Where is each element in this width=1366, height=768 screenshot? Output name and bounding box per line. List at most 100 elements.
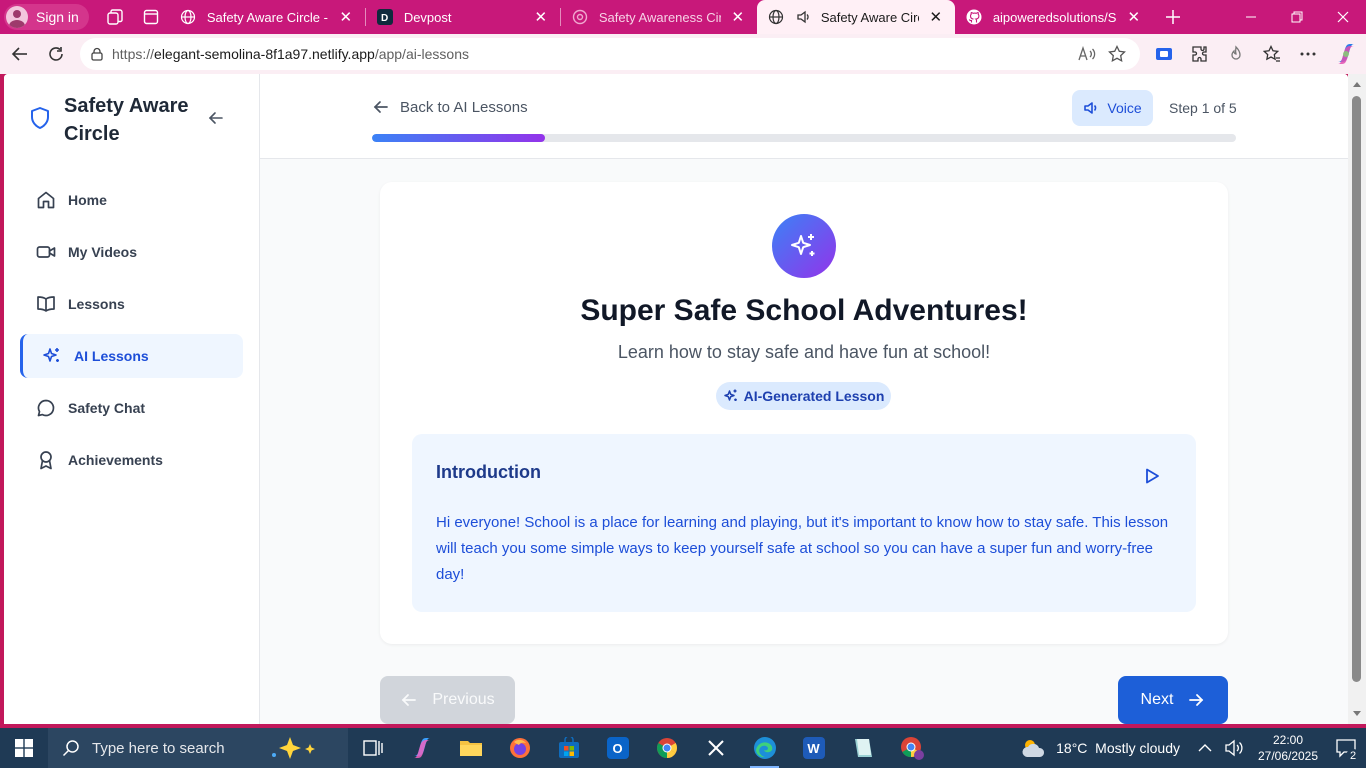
play-section-button[interactable] — [1140, 464, 1164, 488]
brand[interactable]: Safety Aware Circle — [28, 92, 204, 148]
favorites-icon[interactable] — [1254, 38, 1290, 70]
sidebar-item-label: AI Lessons — [74, 348, 149, 364]
chrome-profile-icon[interactable] — [887, 728, 936, 768]
windows-taskbar: Type here to search O W 18°C Mostly clou… — [0, 728, 1366, 768]
sidebar-item-home[interactable]: Home — [20, 178, 243, 222]
next-label: Next — [1140, 691, 1174, 708]
copilot-app-icon[interactable] — [397, 728, 446, 768]
close-tab-icon[interactable]: ✕ — [729, 8, 747, 26]
avatar — [6, 6, 28, 28]
screen-capture-icon[interactable] — [1146, 38, 1182, 70]
close-tab-icon[interactable]: ✕ — [337, 8, 355, 26]
firefox-icon[interactable] — [495, 728, 544, 768]
page-scrollbar[interactable] — [1348, 74, 1366, 724]
system-tray: 18°C Mostly cloudy 22:00 27/06/2025 2 — [1020, 728, 1366, 768]
browser-tab[interactable]: D Devpost ✕ — [366, 0, 560, 34]
sidebar-item-achievements[interactable]: Achievements — [20, 438, 243, 482]
home-icon — [36, 190, 56, 210]
close-window-icon[interactable] — [1320, 0, 1366, 34]
windows-start-icon[interactable] — [0, 728, 48, 768]
extensions-icon[interactable] — [1182, 38, 1218, 70]
web-page: Safety Aware Circle Home My Videos Lesso… — [4, 74, 1348, 724]
scroll-down-icon[interactable] — [1353, 711, 1361, 716]
step-indicator: Step 1 of 5 — [1169, 100, 1237, 116]
clock[interactable]: 22:00 27/06/2025 — [1250, 732, 1326, 764]
sidebar-item-safety-chat[interactable]: Safety Chat — [20, 386, 243, 430]
play-icon — [1143, 467, 1161, 485]
read-aloud-icon[interactable] — [1078, 45, 1096, 65]
address-bar-row: https://elegant-semolina-8f1a97.netlify.… — [0, 34, 1366, 74]
copilot-icon[interactable] — [1326, 38, 1366, 70]
clock-date: 27/06/2025 — [1257, 749, 1319, 763]
award-icon — [36, 450, 56, 470]
chevron-up-icon[interactable] — [1198, 743, 1212, 753]
globe-icon — [179, 8, 197, 26]
speaker-icon[interactable] — [795, 8, 813, 26]
arrow-left-icon — [207, 109, 225, 127]
x-app-icon[interactable] — [691, 728, 740, 768]
chrome-icon[interactable] — [642, 728, 691, 768]
url-path: /app/ai-lessons — [374, 46, 469, 62]
previous-button[interactable]: Previous — [380, 676, 515, 724]
refresh-icon[interactable] — [38, 38, 74, 70]
browser-tab[interactable]: aipoweredsolutions/Safet ✕ — [955, 0, 1153, 34]
edge-icon[interactable] — [740, 728, 789, 768]
tab-actions-icon[interactable] — [133, 2, 169, 32]
restore-icon[interactable] — [1274, 0, 1320, 34]
devpost-icon: D — [376, 8, 394, 26]
performance-icon[interactable] — [1218, 38, 1254, 70]
lesson-header: Back to AI Lessons Voice Step 1 of 5 — [260, 74, 1348, 159]
brand-name: Safety Aware Circle — [64, 95, 189, 145]
tab-title: Safety Aware Circle - Inte — [206, 9, 329, 25]
browser-tab[interactable]: Safety Awareness Circle D ✕ — [561, 0, 757, 34]
close-tab-icon[interactable]: ✕ — [532, 8, 550, 26]
url-prefix: https:// — [112, 46, 155, 62]
arrow-left-icon — [372, 98, 400, 116]
notification-count: 2 — [1346, 749, 1360, 763]
shield-icon — [28, 106, 52, 130]
scrollbar-thumb[interactable] — [1352, 96, 1361, 682]
more-menu-icon[interactable] — [1290, 38, 1326, 70]
word-icon[interactable]: W — [789, 728, 838, 768]
url-field[interactable]: https://elegant-semolina-8f1a97.netlify.… — [80, 38, 1140, 70]
minimize-icon[interactable] — [1228, 0, 1274, 34]
scroll-up-icon[interactable] — [1353, 82, 1361, 87]
url-host: elegant-semolina-8f1a97.netlify.app — [154, 46, 375, 62]
sidebar-item-label: Lessons — [68, 296, 125, 312]
svg-text:D: D — [381, 13, 388, 24]
favorite-star-icon[interactable] — [1108, 44, 1126, 66]
file-explorer-icon[interactable] — [446, 728, 495, 768]
sidebar-item-ai-lessons[interactable]: AI Lessons — [20, 334, 243, 378]
lesson-section: Introduction Hi everyone! School is a pl… — [412, 434, 1196, 612]
sidebar: Safety Aware Circle Home My Videos Lesso… — [4, 74, 260, 724]
profile-button[interactable]: Sign in — [4, 4, 89, 30]
back-to-lessons-link[interactable]: Back to AI Lessons — [372, 98, 528, 116]
search-highlight-icon — [266, 736, 334, 764]
close-tab-icon[interactable]: ✕ — [927, 8, 945, 26]
browser-tab-active[interactable]: Safety Aware Circle - ✕ — [756, 0, 955, 34]
weather-text[interactable]: 18°C Mostly cloudy — [1056, 740, 1180, 756]
browser-tab[interactable]: Safety Aware Circle - Inte ✕ — [169, 0, 365, 34]
sidebar-item-label: Home — [68, 192, 107, 208]
collapse-sidebar-button[interactable] — [204, 106, 228, 130]
tab-title: aipoweredsolutions/Safet — [992, 9, 1117, 25]
clock-time: 22:00 — [1272, 733, 1304, 747]
next-button[interactable]: Next — [1118, 676, 1228, 724]
notifications-button[interactable]: 2 — [1326, 728, 1366, 768]
back-arrow-icon[interactable] — [2, 38, 38, 70]
microsoft-store-icon[interactable] — [544, 728, 593, 768]
sidebar-item-lessons[interactable]: Lessons — [20, 282, 243, 326]
new-tab-icon[interactable] — [1155, 2, 1191, 32]
volume-icon[interactable] — [1224, 739, 1244, 757]
task-view-icon[interactable] — [348, 728, 397, 768]
lesson-progress-bar — [372, 134, 1236, 142]
workspaces-icon[interactable] — [97, 2, 133, 32]
sidebar-item-my-videos[interactable]: My Videos — [20, 230, 243, 274]
outlook-icon[interactable]: O — [593, 728, 642, 768]
voice-button[interactable]: Voice — [1072, 90, 1153, 126]
taskbar-search[interactable]: Type here to search — [48, 728, 348, 768]
lock-icon[interactable] — [90, 47, 112, 61]
close-tab-icon[interactable]: ✕ — [1125, 8, 1143, 26]
sidebar-menu: Home My Videos Lessons AI Lessons Safety… — [20, 178, 243, 490]
notes-app-icon[interactable] — [838, 728, 887, 768]
